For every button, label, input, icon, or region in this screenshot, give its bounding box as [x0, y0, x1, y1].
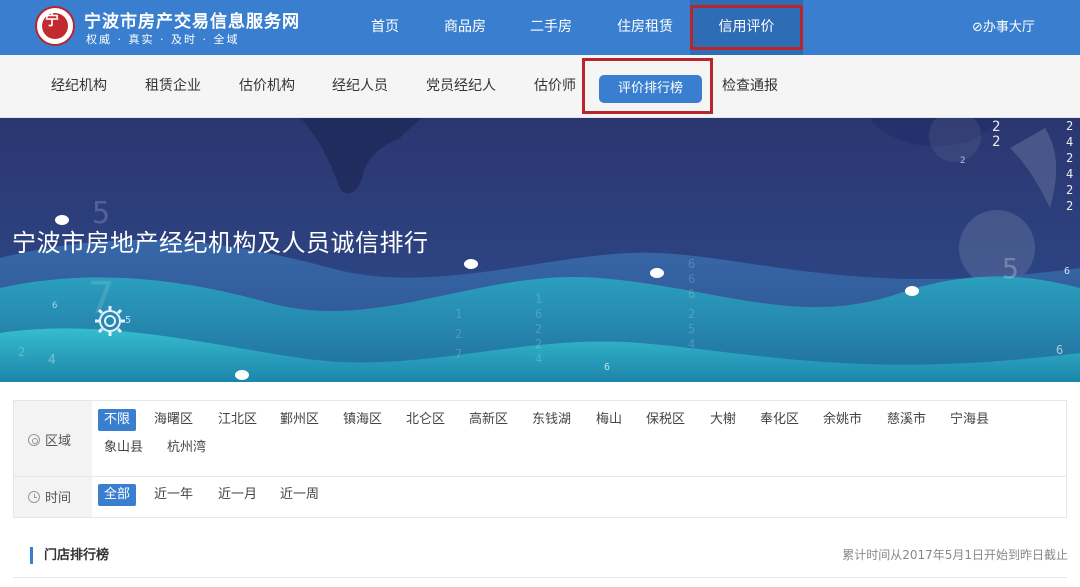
- svg-text:1: 1: [455, 307, 462, 321]
- subnav-rental-companies[interactable]: 租赁企业: [145, 55, 201, 118]
- clock-icon: [28, 491, 40, 503]
- svg-text:5: 5: [1002, 252, 1019, 285]
- svg-text:5: 5: [688, 322, 695, 336]
- region-option[interactable]: 江北区: [212, 409, 263, 431]
- svg-text:6: 6: [1056, 343, 1063, 357]
- region-option[interactable]: 大榭: [704, 409, 742, 431]
- region-option[interactable]: 镇海区: [337, 409, 388, 431]
- time-option[interactable]: 近一月: [212, 484, 263, 506]
- topnav-home[interactable]: 首页: [371, 0, 399, 55]
- svg-text:6: 6: [688, 272, 695, 286]
- subnav-appraisal-agencies[interactable]: 估价机构: [239, 55, 295, 118]
- highlight-box: 评价排行榜: [582, 58, 713, 114]
- svg-text:2: 2: [455, 327, 462, 341]
- time-option[interactable]: 近一年: [148, 484, 199, 506]
- region-option[interactable]: 慈溪市: [881, 409, 932, 431]
- svg-text:4: 4: [48, 353, 56, 368]
- svg-text:6: 6: [688, 287, 695, 301]
- region-option[interactable]: 奉化区: [754, 409, 805, 431]
- subnav-party-member-brokers[interactable]: 党员经纪人: [426, 55, 496, 118]
- section-divider: [13, 577, 1067, 578]
- svg-text:6: 6: [535, 307, 542, 321]
- svg-text:4: 4: [1066, 135, 1073, 149]
- top-header: 宁 宁波市房产交易信息服务网 权威 · 真实 · 及时 · 全域 首页 商品房 …: [0, 0, 1080, 55]
- region-option[interactable]: 高新区: [463, 409, 514, 431]
- filter-divider: [14, 476, 1066, 477]
- svg-text:4: 4: [688, 337, 695, 351]
- svg-text:6: 6: [1064, 266, 1070, 277]
- topnav-new-homes[interactable]: 商品房: [444, 0, 486, 55]
- svg-text:2: 2: [535, 322, 542, 336]
- subnav-inspection-reports[interactable]: 检查通报: [722, 55, 778, 118]
- time-label-text: 时间: [45, 491, 72, 506]
- svg-text:2: 2: [960, 156, 965, 166]
- subnav-appraisers[interactable]: 估价师: [534, 55, 576, 118]
- location-icon: [28, 434, 40, 446]
- time-option[interactable]: 近一周: [274, 484, 325, 506]
- banner-title: 宁波市房地产经纪机构及人员诚信排行: [12, 229, 429, 257]
- region-option[interactable]: 宁海县: [944, 409, 995, 431]
- svg-text:2: 2: [1066, 199, 1073, 213]
- svg-text:2: 2: [18, 345, 25, 359]
- svg-text:2: 2: [992, 119, 1000, 135]
- region-option-unlimited[interactable]: 不限: [98, 409, 137, 431]
- svg-text:1: 1: [535, 292, 542, 306]
- section-time-note: 累计时间从2017年5月1日开始到昨日截止: [842, 548, 1068, 562]
- region-option[interactable]: 余姚市: [817, 409, 868, 431]
- highlight-box: [690, 5, 803, 50]
- region-filter-label: 区域: [28, 430, 71, 449]
- section-accent-bar: [30, 547, 33, 564]
- site-title[interactable]: 宁波市房产交易信息服务网: [84, 7, 300, 32]
- time-filter-label: 时间: [28, 487, 71, 506]
- service-hall-link[interactable]: ⊘办事大厅: [972, 0, 1035, 55]
- svg-text:7: 7: [455, 347, 462, 361]
- sub-navigation: 经纪机构 租赁企业 估价机构 经纪人员 党员经纪人 估价师 评价排行榜 检查通报: [0, 55, 1080, 118]
- region-option[interactable]: 象山县: [98, 437, 149, 459]
- subnav-rating-leaderboard[interactable]: 评价排行榜: [599, 75, 702, 103]
- svg-text:6: 6: [52, 301, 57, 311]
- svg-text:4: 4: [1066, 167, 1073, 181]
- subnav-brokers[interactable]: 经纪人员: [332, 55, 388, 118]
- site-slogan: 权威 · 真实 · 及时 · 全域: [86, 33, 240, 46]
- filter-panel: 区域 时间 不限 海曙区 江北区 鄞州区 镇海区 北仑区 高新区 东钱湖 梅山 …: [13, 400, 1067, 518]
- topnav-credit-rating[interactable]: 信用评价: [690, 0, 803, 55]
- logo-mark: 宁: [45, 13, 59, 29]
- section-title: 门店排行榜: [44, 548, 110, 563]
- site-logo-icon[interactable]: 宁: [35, 6, 75, 46]
- region-label-text: 区域: [45, 434, 72, 449]
- time-option-all[interactable]: 全部: [98, 484, 137, 506]
- region-option[interactable]: 东钱湖: [526, 409, 577, 431]
- svg-text:5: 5: [125, 315, 131, 326]
- region-option[interactable]: 保税区: [640, 409, 691, 431]
- topnav-second-hand[interactable]: 二手房: [530, 0, 572, 55]
- svg-text:6: 6: [604, 362, 610, 373]
- svg-text:2: 2: [992, 134, 1000, 150]
- svg-text:2: 2: [1066, 151, 1073, 165]
- region-option[interactable]: 杭州湾: [161, 437, 212, 459]
- svg-text:2: 2: [1066, 119, 1073, 133]
- region-option[interactable]: 海曙区: [148, 409, 199, 431]
- svg-text:2: 2: [1066, 183, 1073, 197]
- region-option[interactable]: 北仑区: [400, 409, 451, 431]
- svg-text:2: 2: [535, 337, 542, 351]
- hero-banner: 5 7 5 6 2 4 5 6 6 2 2 2 4 2 4 2 2 2 6 16…: [0, 118, 1080, 382]
- svg-text:6: 6: [688, 257, 695, 271]
- svg-text:4: 4: [535, 352, 542, 366]
- topnav-rental[interactable]: 住房租赁: [617, 0, 673, 55]
- subnav-brokerage-agencies[interactable]: 经纪机构: [51, 55, 107, 118]
- region-option[interactable]: 梅山: [590, 409, 628, 431]
- svg-text:2: 2: [688, 307, 695, 321]
- svg-text:7: 7: [88, 273, 115, 324]
- region-option[interactable]: 鄞州区: [274, 409, 325, 431]
